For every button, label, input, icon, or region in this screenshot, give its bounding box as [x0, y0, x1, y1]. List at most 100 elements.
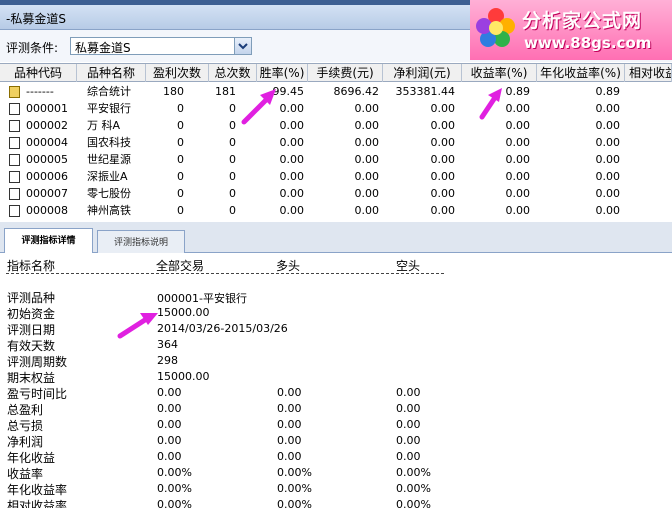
- detail-short: 0.00: [396, 434, 421, 447]
- detail-name: 评测周期数: [7, 355, 68, 369]
- detail-long: 0.00%: [277, 482, 312, 495]
- cell-name: 平安银行: [87, 102, 131, 115]
- cell-total: 0: [229, 204, 236, 217]
- document-icon: [9, 205, 20, 217]
- col-win[interactable]: 盈利次数: [146, 64, 209, 82]
- table-row[interactable]: 000005 世纪星源 0 0 0.00 0.00 0.00 0.00 0.00: [0, 151, 672, 168]
- col-rate[interactable]: 胜率(%): [257, 64, 308, 82]
- detail-name: 年化收益: [7, 451, 56, 465]
- detail-all: 364: [157, 338, 178, 351]
- table-row[interactable]: 000002 万 科A 0 0 0.00 0.00 0.00 0.00 0.00: [0, 117, 672, 134]
- col-code[interactable]: 品种代码: [0, 64, 77, 82]
- detail-long: 0.00%: [277, 466, 312, 479]
- cell-rate: 0.00: [279, 204, 305, 217]
- detail-row: 年化收益 0.00 0.00 0.00: [0, 449, 672, 465]
- cell-name: 世纪星源: [87, 153, 131, 166]
- col-total[interactable]: 总次数: [209, 64, 257, 82]
- table-row[interactable]: 000007 零七股份 0 0 0.00 0.00 0.00 0.00 0.00: [0, 185, 672, 202]
- detail-row: 年化收益率 0.00% 0.00% 0.00%: [0, 481, 672, 497]
- table-row[interactable]: 000006 深振业A 0 0 0.00 0.00 0.00 0.00 0.00: [0, 168, 672, 185]
- col-name[interactable]: 品种名称: [77, 64, 146, 82]
- detail-panel: 指标名称 全部交易 多头 空头 评测品种 000001-平安银行 初始资金 15000…: [0, 253, 672, 508]
- cell-code: 000004: [26, 136, 68, 149]
- results-table: 品种代码 品种名称 盈利次数 总次数 胜率(%) 手续费(元) 净利润(元) 收…: [0, 63, 672, 221]
- flower-logo-icon: [476, 8, 515, 47]
- detail-short: 0.00: [396, 386, 421, 399]
- cell-win: 180: [163, 85, 184, 98]
- detail-name: 净利润: [7, 435, 44, 449]
- cell-profit: 0.00: [430, 170, 456, 183]
- cell-total: 0: [229, 136, 236, 149]
- cell-profit: 353381.44: [395, 85, 456, 98]
- tab-indicator-help[interactable]: 评测指标说明: [97, 230, 185, 253]
- document-icon: [9, 103, 20, 115]
- detail-short: 0.00: [396, 418, 421, 431]
- detail-all: 0.00%: [157, 498, 192, 508]
- detail-all: 0.00: [157, 418, 182, 431]
- detail-all: 0.00%: [157, 466, 192, 479]
- detail-short: 0.00%: [396, 466, 431, 479]
- cell-ann: 0.00: [595, 170, 621, 183]
- detail-long: 0.00: [277, 418, 302, 431]
- cell-profit: 0.00: [430, 204, 456, 217]
- detail-row: 评测周期数 298: [0, 353, 672, 369]
- annotation-arrow-icon: [241, 89, 276, 125]
- detail-row: 期末权益 15000.00: [0, 369, 672, 385]
- detail-all: 298: [157, 354, 178, 367]
- cell-ann: 0.89: [595, 85, 621, 98]
- detail-row: 盈亏时间比 0.00 0.00 0.00: [0, 385, 672, 401]
- tab-indicator-details[interactable]: 评测指标详情: [4, 228, 93, 253]
- detail-all: 0.00%: [157, 482, 192, 495]
- cell-fee: 0.00: [354, 153, 380, 166]
- detail-name: 收益率: [7, 467, 44, 481]
- cell-ann: 0.00: [595, 204, 621, 217]
- detail-name: 期末权益: [7, 371, 56, 385]
- detail-long: 0.00: [277, 434, 302, 447]
- col-relative[interactable]: 相对收益: [625, 64, 672, 82]
- detail-short: 0.00%: [396, 498, 431, 508]
- cell-rate: 0.00: [279, 153, 305, 166]
- detail-row: 相对收益率 0.00% 0.00% 0.00%: [0, 497, 672, 508]
- cell-total: 0: [229, 187, 236, 200]
- table-row[interactable]: 000008 神州高铁 0 0 0.00 0.00 0.00 0.00 0.00: [0, 202, 672, 219]
- cell-ann: 0.00: [595, 187, 621, 200]
- table-row[interactable]: 000001 平安银行 0 0 0.00 0.00 0.00 0.00 0.00: [0, 100, 672, 117]
- detail-long: 0.00%: [277, 498, 312, 508]
- table-row[interactable]: 000004 国农科技 0 0 0.00 0.00 0.00 0.00 0.00: [0, 134, 672, 151]
- detail-name: 总盈利: [7, 403, 44, 417]
- cell-fee: 0.00: [354, 170, 380, 183]
- col-profit[interactable]: 净利润(元): [383, 64, 462, 82]
- table-row[interactable]: ------- 综合统计 180 181 99.45 8696.42 353381.44 0.…: [0, 83, 672, 100]
- document-icon: [9, 120, 20, 132]
- table-header: 品种代码 品种名称 盈利次数 总次数 胜率(%) 手续费(元) 净利润(元) 收…: [0, 64, 672, 82]
- col-yield[interactable]: 收益率(%): [462, 64, 537, 82]
- detail-row: 初始资金 15000.00: [0, 305, 672, 321]
- col-annual[interactable]: 年化收益率(%): [537, 64, 625, 82]
- detail-all: 15000.00: [157, 306, 210, 319]
- detail-short: 0.00: [396, 402, 421, 415]
- cell-name: 零七股份: [87, 187, 131, 200]
- detail-separator: [6, 273, 444, 274]
- cell-yield: 0.00: [505, 170, 531, 183]
- cell-ann: 0.00: [595, 153, 621, 166]
- cell-code: -------: [26, 85, 54, 98]
- detail-col-long: 多头: [276, 259, 301, 273]
- cell-total: 0: [229, 119, 236, 132]
- cell-fee: 0.00: [354, 102, 380, 115]
- condition-select[interactable]: 私募金道S: [70, 37, 252, 55]
- cell-total: 181: [215, 85, 236, 98]
- cell-rate: 0.00: [279, 136, 305, 149]
- detail-row: 总亏损 0.00 0.00 0.00: [0, 417, 672, 433]
- cell-fee: 0.00: [354, 119, 380, 132]
- cell-total: 0: [229, 153, 236, 166]
- cell-name: 万 科A: [87, 119, 121, 132]
- dropdown-button[interactable]: [234, 38, 251, 54]
- document-icon: [9, 154, 20, 166]
- detail-all: 0.00: [157, 450, 182, 463]
- cell-win: 0: [177, 153, 184, 166]
- detail-col-all: 全部交易: [156, 259, 205, 273]
- col-fee[interactable]: 手续费(元): [308, 64, 383, 82]
- cell-name: 深振业A: [87, 170, 128, 183]
- detail-row: 有效天数 364: [0, 337, 672, 353]
- cell-win: 0: [177, 170, 184, 183]
